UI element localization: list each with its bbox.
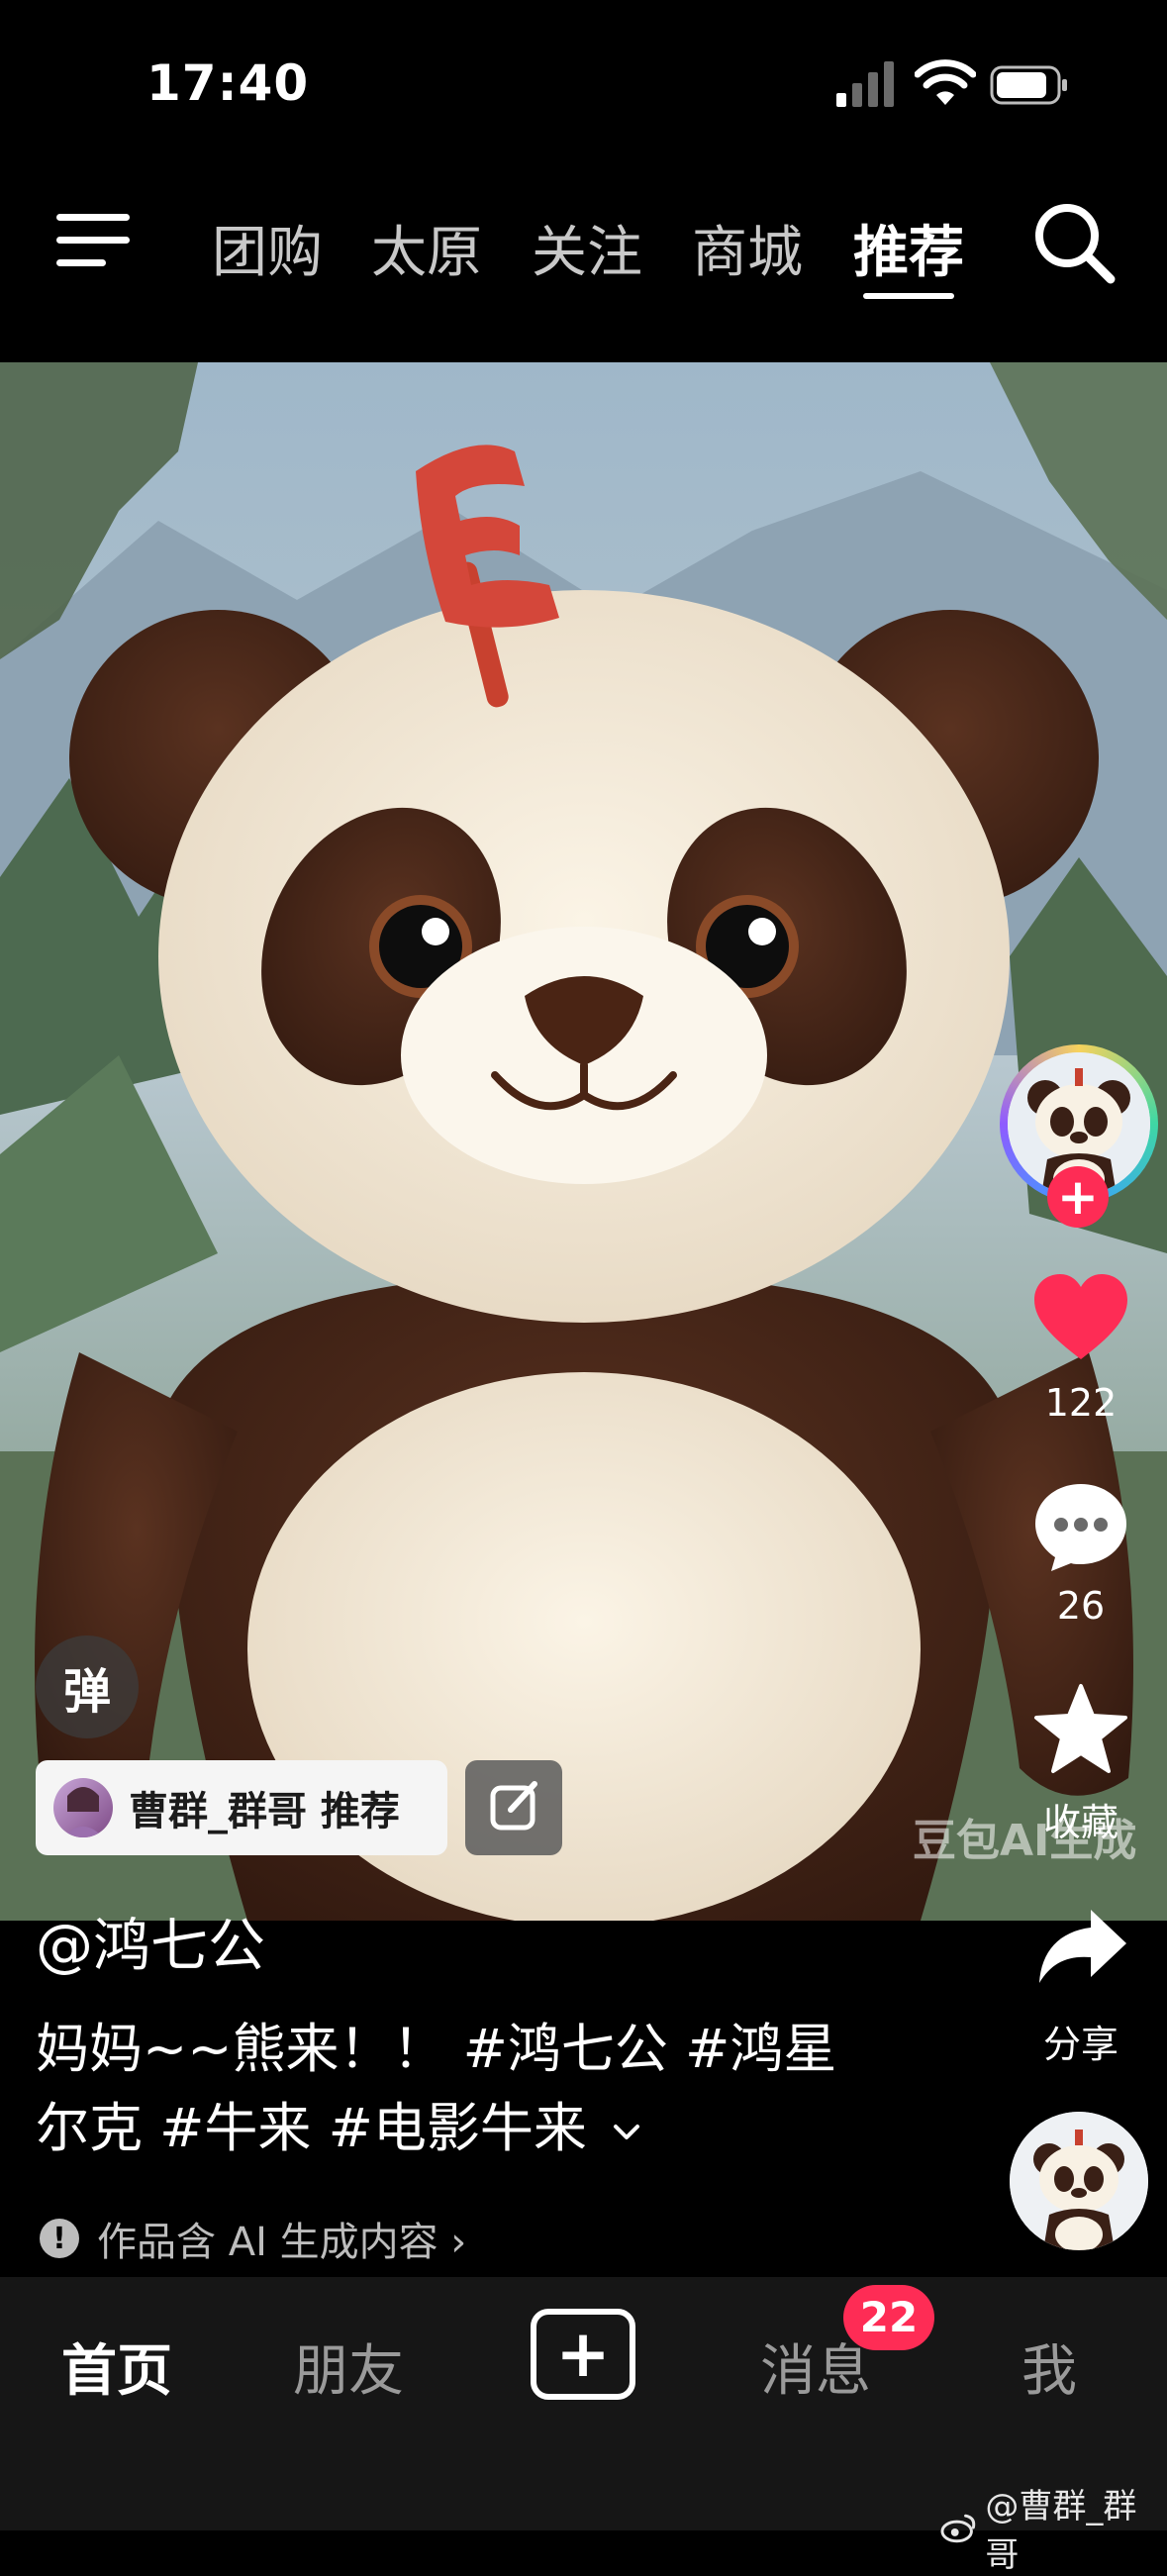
active-tab-indicator [863, 293, 954, 299]
tab-home[interactable]: 首页 [61, 2327, 172, 2407]
edit-icon[interactable] [465, 1760, 562, 1855]
caption-line-2[interactable]: 尔克 #牛来 #电影牛来 [36, 2089, 907, 2168]
like-count: 122 [1044, 1381, 1118, 1425]
cellular-signal-icon [836, 61, 894, 107]
author-username[interactable]: @鸿七公 [36, 1899, 265, 1982]
caption-line-1[interactable]: 妈妈~~熊来！！ #鸿七公 #鸿星 [36, 2010, 907, 2089]
caption-line-2-text[interactable]: 尔克 #牛来 #电影牛来 [36, 2097, 587, 2159]
follow-button[interactable]: + [1047, 1166, 1109, 1228]
star-icon[interactable] [1033, 1683, 1128, 1774]
share-label[interactable]: 分享 [1000, 2014, 1162, 2068]
music-disc-avatar[interactable] [1010, 2112, 1148, 2250]
danmaku-toggle-button[interactable]: 弹 [36, 1635, 139, 1738]
tab-taiyuan[interactable]: 太原 [371, 208, 482, 288]
weibo-watermark: @曹群_群哥 [940, 2479, 1167, 2576]
danmaku-label: 弹 [62, 1664, 111, 1720]
tab-group-buy[interactable]: 团购 [212, 208, 323, 288]
recommended-by-chip[interactable]: 曹群_群哥 推荐 [36, 1760, 447, 1855]
weibo-watermark-text: @曹群_群哥 [985, 2487, 1137, 2575]
recommender-avatar [53, 1778, 113, 1837]
favorite-label[interactable]: 收藏 [1000, 1792, 1162, 1846]
tab-mall[interactable]: 商城 [692, 208, 803, 288]
panda-plush-image: 豆包AI生成 [0, 362, 1167, 1921]
tab-following[interactable]: 关注 [532, 208, 642, 288]
chevron-down-icon[interactable] [610, 2115, 643, 2148]
battery-icon [990, 65, 1067, 105]
recommend-chip-label: 曹群_群哥 推荐 [129, 1789, 400, 1834]
tab-recommend[interactable]: 推荐 [853, 208, 964, 288]
menu-icon[interactable] [54, 208, 134, 273]
ai-content-notice[interactable]: ! 作品含 AI 生成内容 › [40, 2210, 466, 2267]
messages-badge: 22 [843, 2285, 934, 2350]
share-arrow-icon[interactable] [1037, 1906, 1128, 1987]
weibo-logo-icon [940, 2514, 976, 2543]
comment-icon[interactable] [1031, 1480, 1130, 1573]
comment-count: 26 [1056, 1584, 1106, 1628]
tab-friends[interactable]: 朋友 [293, 2327, 404, 2407]
video-player[interactable]: 豆包AI生成 [0, 362, 1167, 1921]
tab-me[interactable]: 我 [1021, 2327, 1077, 2407]
ai-notice-text: 作品含 AI 生成内容 › [97, 2220, 467, 2265]
info-icon: ! [40, 2219, 79, 2258]
create-post-button[interactable]: + [531, 2309, 635, 2400]
status-time: 17:40 [146, 54, 310, 112]
search-icon[interactable] [1029, 198, 1118, 287]
wifi-icon [915, 59, 976, 105]
music-disc-panda-image [1010, 2112, 1148, 2250]
heart-icon[interactable] [1032, 1272, 1129, 1361]
